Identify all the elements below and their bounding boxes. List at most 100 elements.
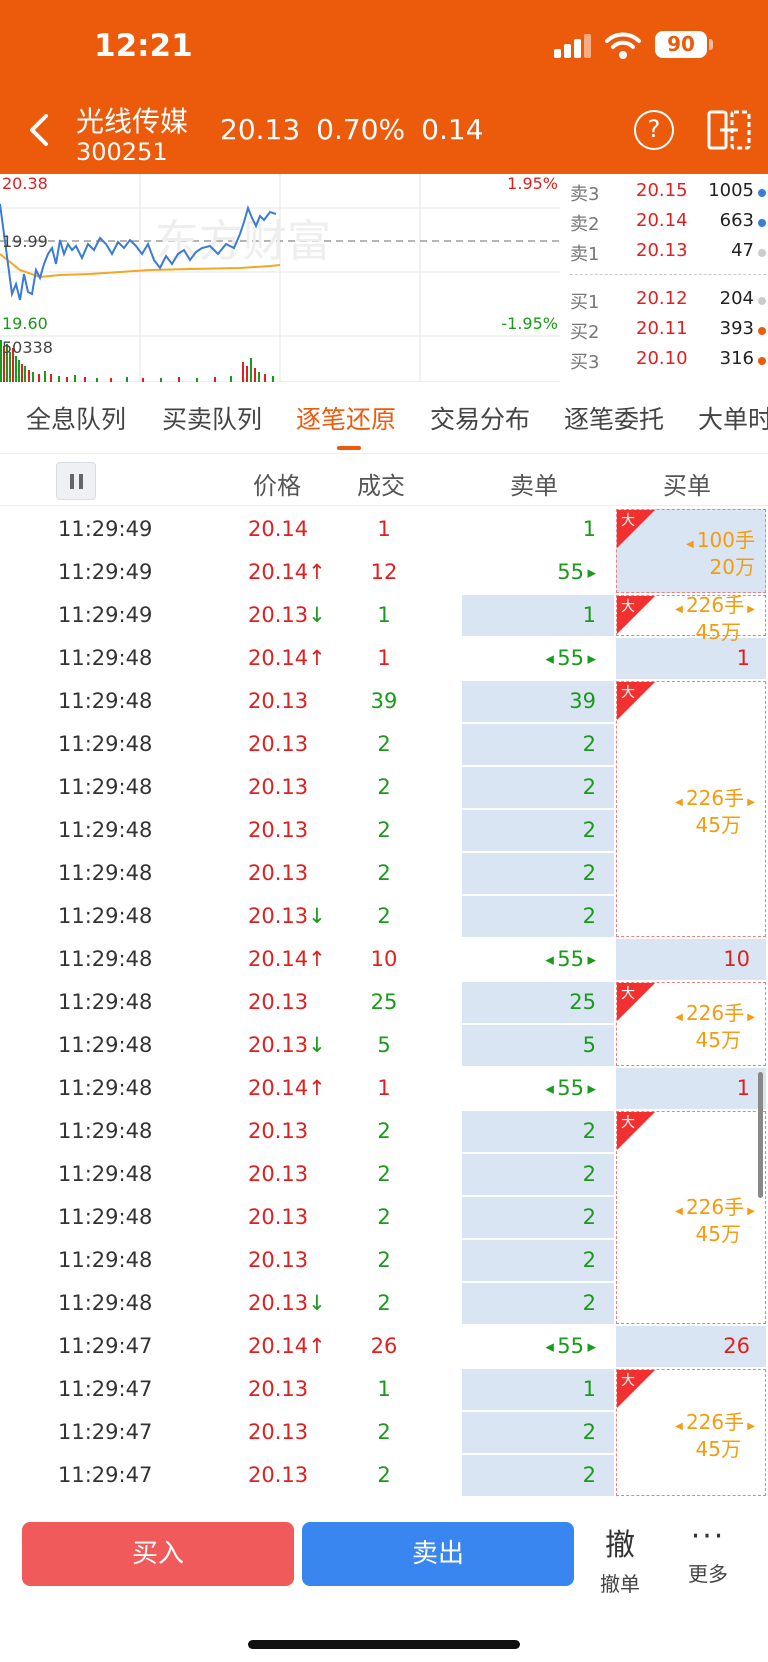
ask-row-1: 卖1 20.13 47 (570, 240, 766, 270)
trade-price: 20.13 (248, 1463, 308, 1487)
intraday-chart[interactable]: 东方财富 20.38 19.99 19.60 1.95% -1.95% 5033… (0, 174, 560, 382)
trade-price: 20.14 (248, 517, 308, 541)
trade-time: 11:29:48 (58, 1248, 153, 1272)
sell-order-value: 55 (557, 1076, 585, 1100)
big-order-amount: ◀ 226手 ▶ 45万 (675, 593, 755, 644)
big-order-lots: 226手 (685, 1001, 745, 1025)
down-arrow-icon: ↓ (308, 603, 326, 627)
big-order-block[interactable]: 大 ◀ 226手 ▶ 45万 (616, 982, 766, 1066)
trade-volume: 2 (377, 904, 391, 928)
trade-price-value: 20.13 (248, 1291, 309, 1315)
trade-time: 11:29:48 (58, 990, 153, 1014)
trade-price-value: 20.13 (248, 1033, 309, 1057)
trade-price: 20.13↓ (248, 1033, 326, 1057)
sell-order-cell: 2 (462, 1240, 614, 1281)
big-order-block[interactable]: 大 ◀ 226手 ▶ 45万 (616, 681, 766, 937)
trade-price: 20.13 (248, 732, 308, 756)
trade-price-value: 20.14 (248, 1334, 309, 1358)
trade-price-value: 20.13 (248, 689, 309, 713)
scrollbar[interactable] (758, 1072, 763, 1198)
big-order-block[interactable]: 大 ◀ 100手 20万 (616, 509, 766, 593)
trade-volume: 2 (377, 818, 391, 842)
tab-full-queue[interactable]: 全息队列 (26, 400, 126, 436)
help-button[interactable]: ? (634, 110, 674, 150)
sell-order-cell: ◀ 55 ▶ (462, 1068, 614, 1109)
tab-buy-sell-queue[interactable]: 买卖队列 (162, 400, 262, 436)
trade-price-value: 20.13 (248, 732, 309, 756)
sell-order-value: 2 (582, 1162, 596, 1186)
arrow-left-icon: ◀ (675, 1205, 686, 1217)
arrow-left-icon: ◀ (545, 1082, 558, 1096)
trade-row: 11:29:47 20.14↑ 26 ◀ 55 ▶ 26 (0, 1325, 768, 1368)
arrow-left-icon: ◀ (675, 1420, 686, 1432)
trade-price: 20.13 (248, 1119, 308, 1143)
sell-order-cell: 39 (462, 681, 614, 722)
big-order-amount: ◀ 226手 ▶ 45万 (675, 1410, 755, 1461)
arrow-left-icon: ◀ (545, 953, 558, 967)
more-icon: ··· (690, 1519, 726, 1554)
buy-order-cell: 1 (616, 638, 766, 679)
more-button[interactable]: ··· 更多 (680, 1520, 736, 1587)
trade-row: 11:29:48 20.14↑ 1 ◀ 55 ▶ 1 (0, 637, 768, 680)
trade-time: 11:29:48 (58, 732, 153, 756)
trade-price-value: 20.13 (248, 603, 309, 627)
cancel-order-button[interactable]: 撤 撤单 (592, 1520, 648, 1597)
sell-order-value: 2 (582, 861, 596, 885)
sell-order-value: 55 (557, 560, 585, 584)
more-label: 更多 (688, 1562, 728, 1586)
trade-volume: 10 (370, 947, 398, 971)
big-order-block[interactable]: 大 ◀ 226手 ▶ 45万 (616, 1369, 766, 1496)
column-header: 价格 成交 卖单 买单 (0, 454, 768, 506)
sell-order-cell: 2 (462, 1154, 614, 1195)
buy-order-cell: 10 (616, 939, 766, 980)
sell-order-value: 5 (582, 1033, 596, 1057)
tab-bar: 全息队列 买卖队列 逐笔还原 交易分布 逐笔委托 大单时 (0, 382, 768, 454)
big-order-block[interactable]: 大 ◀ 226手 ▶ 45万 (616, 1111, 766, 1324)
trade-time: 11:29:47 (58, 1420, 153, 1444)
last-price: 20.13 (220, 113, 301, 146)
trade-price-value: 20.14 (248, 517, 309, 541)
tab-tick-restore[interactable]: 逐笔还原 (296, 400, 396, 436)
arrow-right-icon: ▶ (584, 1082, 596, 1096)
sell-order-value: 25 (569, 990, 596, 1014)
sell-order-value: 2 (582, 775, 596, 799)
sell-order-value: 2 (582, 732, 596, 756)
trade-price: 20.13 (248, 1162, 308, 1186)
big-order-amount: ◀ 226手 ▶ 45万 (675, 1002, 755, 1052)
big-order-value: 20万 (709, 555, 755, 579)
chart-low-label: 19.60 (2, 314, 48, 333)
trade-price-value: 20.14 (248, 646, 309, 670)
trade-price-value: 20.13 (248, 990, 309, 1014)
tab-trade-distribution[interactable]: 交易分布 (430, 400, 530, 436)
trade-time: 11:29:48 (58, 947, 153, 971)
tab-tick-orders[interactable]: 逐笔委托 (564, 400, 664, 436)
tab-big-orders[interactable]: 大单时 (698, 400, 768, 436)
trade-list[interactable]: 11:29:49 20.14 1 1 11:29:49 20.14↑ 12 55 ▶ 11:29… (0, 508, 768, 1508)
big-order-block[interactable]: 大 ◀ 226手 ▶ 45万 (616, 593, 766, 643)
trade-price-value: 20.14 (248, 947, 309, 971)
trade-time: 11:29:48 (58, 1119, 153, 1143)
back-button[interactable] (20, 108, 60, 152)
sell-order-value: 2 (582, 1420, 596, 1444)
trade-price: 20.14↑ (248, 1076, 326, 1100)
arrow-right-icon: ▶ (744, 1420, 755, 1432)
trade-time: 11:29:48 (58, 1291, 153, 1315)
sell-order-cell: 2 (462, 896, 614, 937)
pause-button[interactable] (56, 462, 96, 500)
col-buy: 买单 (663, 472, 711, 500)
trade-price: 20.13 (248, 775, 308, 799)
switch-stock-icon[interactable] (706, 108, 752, 152)
down-arrow-icon: ↓ (308, 1033, 326, 1057)
arrow-right-icon: ▶ (744, 797, 755, 808)
ask-2-dot (758, 219, 766, 227)
trade-volume: 26 (370, 1334, 398, 1358)
trade-price-value: 20.14 (248, 1076, 309, 1100)
sell-button[interactable]: 卖出 (302, 1522, 574, 1586)
stock-name: 光线传媒 (76, 105, 189, 138)
trade-price-value: 20.13 (248, 861, 309, 885)
big-order-amount: ◀ 100手 20万 (686, 529, 755, 579)
buy-button[interactable]: 买入 (22, 1522, 294, 1586)
arrow-left-icon: ◀ (675, 797, 686, 808)
arrow-right-icon: ▶ (584, 953, 596, 967)
trade-price: 20.13 (248, 689, 308, 713)
